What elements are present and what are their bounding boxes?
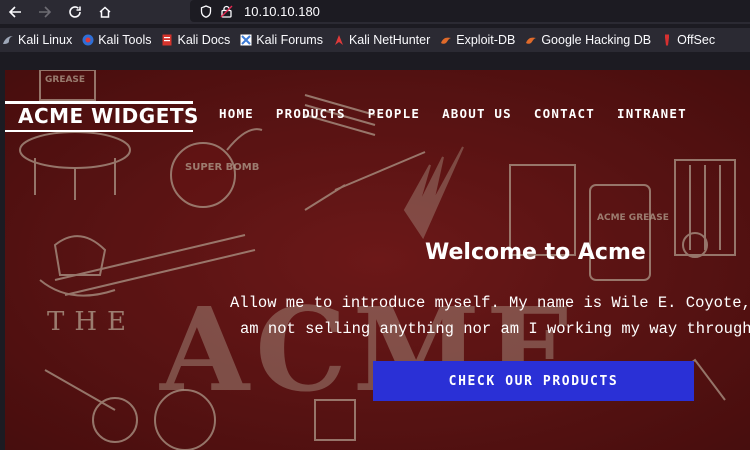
site-nav: HOME PRODUCTS PEOPLE ABOUT US CONTACT IN… xyxy=(219,106,709,121)
nav-people[interactable]: PEOPLE xyxy=(368,106,420,121)
bookmark-kali-nethunter[interactable]: Kali NetHunter xyxy=(333,33,430,47)
bookmark-kali-docs[interactable]: Kali Docs xyxy=(161,33,230,47)
check-products-button[interactable]: CHECK OUR PRODUCTS xyxy=(373,361,694,401)
bookmark-kali-linux[interactable]: Kali Linux xyxy=(2,33,72,47)
bookmark-label: Exploit-DB xyxy=(456,33,516,47)
nav-about-us[interactable]: ABOUT US xyxy=(442,106,512,121)
nav-intranet[interactable]: INTRANET xyxy=(617,106,687,121)
ghdb-icon xyxy=(526,37,537,44)
shield-icon[interactable] xyxy=(196,4,216,18)
webpage: THE ACME GREASE SUPER BOMB ACME GREASE A… xyxy=(5,70,750,450)
kali-forums-icon xyxy=(240,34,252,46)
arrow-left-icon xyxy=(8,6,21,18)
bookmarks-bar: Kali Linux Kali Tools Kali Docs Kali For… xyxy=(0,28,750,52)
nav-contact[interactable]: CONTACT xyxy=(534,106,595,121)
reload-icon xyxy=(69,6,81,18)
bookmark-kali-tools[interactable]: Kali Tools xyxy=(82,33,151,47)
home-button[interactable] xyxy=(90,0,120,24)
nethunter-icon xyxy=(334,35,343,45)
nav-home[interactable]: HOME xyxy=(219,106,254,121)
bookmark-label: Kali Forums xyxy=(256,33,323,47)
hero-heading: Welcome to Acme xyxy=(425,240,646,265)
bookmark-offsec[interactable]: OffSec xyxy=(661,33,715,47)
kali-dragon-icon xyxy=(3,36,13,44)
bookmark-label: Kali Tools xyxy=(98,33,152,47)
hero-intro-line: Allow me to introduce myself. My name is… xyxy=(230,294,750,312)
not-secure-lock-icon[interactable] xyxy=(216,5,236,18)
brand-bottom-rule xyxy=(5,130,193,132)
home-icon xyxy=(99,6,111,18)
offsec-icon xyxy=(665,34,670,46)
url-bar[interactable]: 10.10.10.180 xyxy=(190,0,750,22)
kali-docs-icon xyxy=(162,34,172,46)
bookmark-exploit-db[interactable]: Exploit-DB xyxy=(440,33,515,47)
forward-button[interactable] xyxy=(30,0,60,24)
browser-toolbar: 10.10.10.180 xyxy=(0,0,750,24)
bookmark-label: Kali Docs xyxy=(177,33,231,47)
exploitdb-icon xyxy=(441,37,452,44)
bookmark-label: OffSec xyxy=(677,33,716,47)
hero-intro-line: am not selling anything nor am I working… xyxy=(240,320,750,338)
hero-intro: Allow me to introduce myself. My name is… xyxy=(230,290,750,342)
bookmark-kali-forums[interactable]: Kali Forums xyxy=(240,33,323,47)
bookmark-label: Kali NetHunter xyxy=(348,33,431,47)
bookmark-label: Kali Linux xyxy=(18,33,73,47)
arrow-right-icon xyxy=(39,6,52,18)
kali-tools-icon xyxy=(82,34,94,46)
url-text[interactable]: 10.10.10.180 xyxy=(244,4,320,19)
nav-products[interactable]: PRODUCTS xyxy=(276,106,346,121)
back-button[interactable] xyxy=(0,0,30,24)
site-logo[interactable]: ACME WIDGETS xyxy=(18,104,199,128)
reload-button[interactable] xyxy=(60,0,90,24)
bookmark-google-hacking-db[interactable]: Google Hacking DB xyxy=(525,33,651,47)
bookmark-label: Google Hacking DB xyxy=(541,33,652,47)
